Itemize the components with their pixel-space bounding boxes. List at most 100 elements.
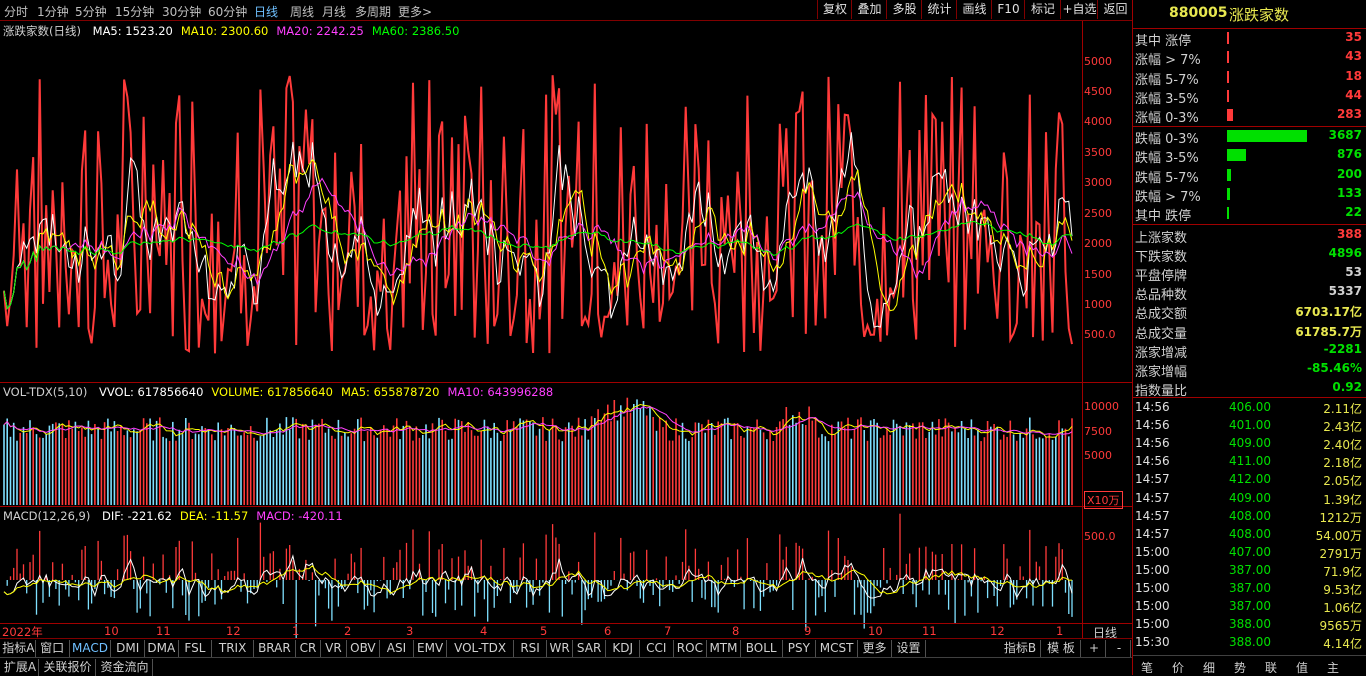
quote-tab-2[interactable]: 细 bbox=[1203, 659, 1215, 676]
toolbar-button-5[interactable]: F10 bbox=[991, 0, 1025, 19]
period-tab-4[interactable]: 30分钟 bbox=[162, 3, 201, 20]
indicator-right-2[interactable]: + bbox=[1083, 640, 1106, 657]
indicator-tab-10[interactable]: OBV bbox=[347, 640, 381, 657]
xaxis-label: 6 bbox=[604, 624, 612, 638]
quote-tab-4[interactable]: 联 bbox=[1265, 659, 1277, 676]
period-tab-10[interactable]: 更多> bbox=[398, 3, 432, 20]
indicator-tab-6[interactable]: TRIX bbox=[212, 640, 254, 657]
xaxis-label: 8 bbox=[732, 624, 740, 638]
quote-tab-5[interactable]: 值 bbox=[1296, 659, 1308, 676]
down-range-row: 跌幅 0-3% 3687 bbox=[1133, 127, 1366, 147]
ticks-divider bbox=[1133, 397, 1366, 398]
quote-tab-0[interactable]: 笔 bbox=[1141, 659, 1153, 676]
indicator-tab-15[interactable]: WR bbox=[547, 640, 573, 657]
dea-line bbox=[3, 565, 1072, 596]
indicator-tab-14[interactable]: RSI bbox=[514, 640, 548, 657]
indicator-tab-1[interactable]: 窗口 bbox=[36, 640, 70, 657]
stat-value: 5337 bbox=[1328, 284, 1362, 299]
quote-tab-6[interactable]: 主 bbox=[1327, 659, 1339, 676]
range-bar bbox=[1227, 109, 1234, 122]
indicator-tab-9[interactable]: VR bbox=[321, 640, 347, 657]
indicator-tab-12[interactable]: EMV bbox=[414, 640, 448, 657]
indicator-tab-5[interactable]: FSL bbox=[179, 640, 213, 657]
main-volume-divider bbox=[0, 382, 1132, 383]
indicator-tab-3[interactable]: DMI bbox=[111, 640, 145, 657]
extension-tab-1[interactable]: 关联报价 bbox=[40, 659, 96, 676]
stat-row: 下跌家数 4896 bbox=[1133, 245, 1366, 265]
toolbar-button-6[interactable]: 标记 bbox=[1024, 0, 1061, 19]
toolbar-button-8[interactable]: 返回 bbox=[1097, 0, 1133, 19]
toolbar-button-4[interactable]: 画线 bbox=[956, 0, 992, 19]
indicator-tab-11[interactable]: ASI bbox=[380, 640, 414, 657]
toolbar-button-2[interactable]: 多股 bbox=[886, 0, 922, 19]
quote-tab-3[interactable]: 势 bbox=[1234, 659, 1246, 676]
period-tab-2[interactable]: 5分钟 bbox=[75, 3, 107, 20]
quote-tab-1[interactable]: 价 bbox=[1172, 659, 1184, 676]
legend-item: MA10: 2300.60 bbox=[180, 24, 269, 38]
indicator-tab-8[interactable]: CR bbox=[296, 640, 322, 657]
period-tab-1[interactable]: 1分钟 bbox=[37, 3, 69, 20]
range-label: 涨幅 > 7% bbox=[1135, 53, 1201, 69]
range-bar bbox=[1227, 32, 1229, 44]
indicator-tab-24[interactable]: 更多 bbox=[858, 640, 892, 657]
yaxis-label: 2500 bbox=[1084, 207, 1112, 220]
yaxis-label: 5000 bbox=[1084, 55, 1112, 68]
yaxis-label: 500.0 bbox=[1084, 328, 1116, 341]
period-tab-8[interactable]: 月线 bbox=[322, 3, 346, 20]
indicator-tab-13[interactable]: VOL-TDX bbox=[447, 640, 514, 657]
tick-row: 15:00 388.00 9565万 bbox=[1133, 616, 1366, 634]
stat-row: 总成交额 6703.17亿 bbox=[1133, 302, 1366, 322]
range-value: 35 bbox=[1345, 30, 1362, 44]
indicator-tab-23[interactable]: MCST bbox=[816, 640, 858, 657]
indicator-tab-22[interactable]: PSY bbox=[783, 640, 817, 657]
extension-tab-2[interactable]: 资金流向 bbox=[97, 659, 153, 676]
volume-items: VVOL: 617856640 VOLUME: 617856640 MA5: 655… bbox=[91, 385, 553, 399]
period-tab-5[interactable]: 60分钟 bbox=[208, 3, 247, 20]
indicator-right-1[interactable]: 模 板 bbox=[1042, 640, 1081, 657]
toolbar-button-0[interactable]: 复权 bbox=[817, 0, 852, 19]
period-tab-3[interactable]: 15分钟 bbox=[115, 3, 154, 20]
down-range-row: 跌幅 3-5% 876 bbox=[1133, 146, 1366, 167]
toolbar-button-1[interactable]: 叠加 bbox=[851, 0, 887, 19]
indicator-tab-4[interactable]: DMA bbox=[145, 640, 179, 657]
toolbar-button-3[interactable]: 统计 bbox=[921, 0, 957, 19]
indicator-tab-20[interactable]: MTM bbox=[707, 640, 741, 657]
volume-unit: X10万 bbox=[1084, 491, 1123, 509]
xaxis-label: 5 bbox=[540, 624, 548, 638]
legend-item: MA60: 2386.50 bbox=[371, 24, 460, 38]
indicator-tab-7[interactable]: BRAR bbox=[254, 640, 296, 657]
tick-volume: 9565万 bbox=[1319, 619, 1362, 634]
indicator-tab-18[interactable]: CCI bbox=[640, 640, 674, 657]
period-tab-7[interactable]: 周线 bbox=[290, 3, 314, 20]
range-label: 跌幅 0-3% bbox=[1135, 132, 1199, 147]
down-range-row: 跌幅 5-7% 200 bbox=[1133, 166, 1366, 186]
period-tab-9[interactable]: 多周期 bbox=[355, 3, 391, 20]
indicator-tab-21[interactable]: BOLL bbox=[741, 640, 783, 657]
xaxis-label: 10 bbox=[104, 624, 119, 638]
period-tab-0[interactable]: 分时 bbox=[4, 3, 28, 20]
yaxis-label: 3000 bbox=[1084, 176, 1112, 189]
toolbar-button-7[interactable]: +自选 bbox=[1060, 0, 1098, 19]
yaxis-label: 10000 bbox=[1084, 400, 1119, 413]
indicator-tab-16[interactable]: SAR bbox=[573, 640, 607, 657]
tick-price: 388.00 bbox=[1229, 617, 1271, 632]
yaxis-label: 3500 bbox=[1084, 146, 1112, 159]
indicator-tab-2[interactable]: MACD bbox=[70, 640, 112, 657]
period-tab-6[interactable]: 日线 bbox=[254, 3, 278, 20]
tick-row: 14:57 408.00 1212万 bbox=[1133, 508, 1366, 526]
indicator-tab-0[interactable]: 指标A bbox=[2, 640, 36, 657]
range-bar bbox=[1227, 70, 1229, 83]
indicator-right-3[interactable]: - bbox=[1108, 640, 1131, 657]
tick-price: 411.00 bbox=[1229, 454, 1271, 469]
extension-tab-0[interactable]: 扩展A bbox=[2, 659, 39, 676]
legend-item: VOLUME: 617856640 bbox=[211, 385, 333, 399]
indicator-tab-19[interactable]: ROC bbox=[674, 640, 708, 657]
range-label: 跌幅 3-5% bbox=[1135, 151, 1199, 167]
vol-ma5-line bbox=[3, 403, 1073, 438]
indicator-right-0[interactable]: 指标B bbox=[1000, 640, 1041, 657]
tick-row: 14:57 409.00 1.39亿 bbox=[1133, 490, 1366, 508]
indicator-tab-25[interactable]: 设置 bbox=[892, 640, 926, 657]
tick-price: 407.00 bbox=[1229, 544, 1271, 559]
xaxis-label: 12 bbox=[226, 624, 241, 638]
indicator-tab-17[interactable]: KDJ bbox=[606, 640, 640, 657]
